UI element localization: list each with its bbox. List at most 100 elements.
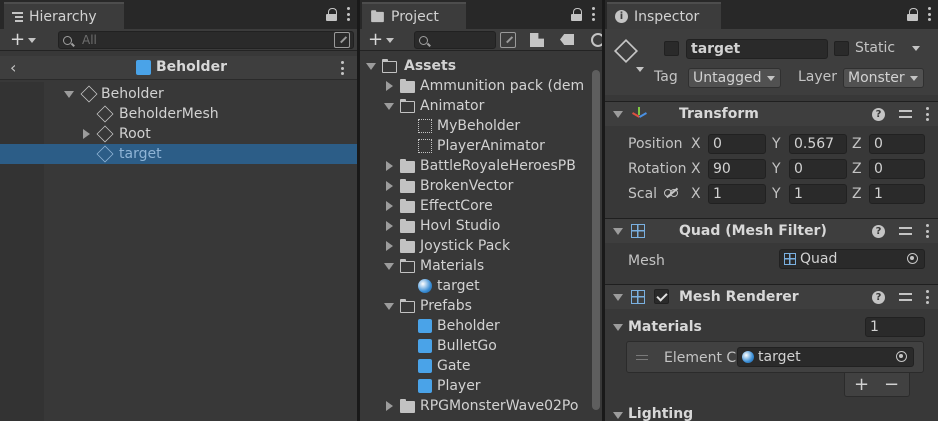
position-z-field[interactable]: 0 xyxy=(869,134,925,154)
saved-search-icon[interactable] xyxy=(591,33,602,47)
project-folder-item[interactable]: Joystick Pack xyxy=(360,236,602,256)
project-folder-item[interactable]: Prefabs xyxy=(360,296,602,316)
kebab-menu-icon[interactable] xyxy=(926,107,930,121)
project-asset-item[interactable]: Beholder xyxy=(360,316,602,336)
collapse-arrow-icon[interactable] xyxy=(386,201,393,211)
kebab-menu-icon[interactable] xyxy=(928,7,932,21)
hierarchy-item-beholder[interactable]: Beholder xyxy=(0,84,357,104)
active-checkbox[interactable] xyxy=(664,41,679,56)
rotation-y-field[interactable]: 0 xyxy=(789,159,847,179)
axis-z-label[interactable]: Z xyxy=(852,161,862,177)
foldout-arrow-icon[interactable] xyxy=(613,294,623,301)
project-folder-item[interactable]: BrokenVector xyxy=(360,176,602,196)
project-folder-assets[interactable]: Assets xyxy=(360,56,602,76)
material-object-field[interactable]: target xyxy=(737,347,914,367)
expand-arrow-icon[interactable] xyxy=(384,103,394,110)
position-x-field[interactable]: 0 xyxy=(708,134,766,154)
project-folder-item[interactable]: EffectCore xyxy=(360,196,602,216)
project-search-input[interactable] xyxy=(414,31,496,49)
create-asset-button[interactable]: + xyxy=(368,31,395,49)
project-asset-item[interactable]: PlayerAnimator xyxy=(360,136,602,156)
project-tab[interactable]: Project xyxy=(362,2,466,29)
axis-x-label[interactable]: X xyxy=(691,186,701,202)
preset-icon[interactable] xyxy=(899,225,912,238)
mesh-filter-header[interactable]: Quad (Mesh Filter) ? xyxy=(605,218,938,243)
lock-icon[interactable] xyxy=(571,7,582,21)
project-asset-item[interactable]: MyBeholder xyxy=(360,116,602,136)
axis-y-label[interactable]: Y xyxy=(772,136,781,152)
project-asset-item[interactable]: BulletGo xyxy=(360,336,602,356)
hierarchy-search-input[interactable]: All xyxy=(58,31,354,49)
link-scale-icon[interactable] xyxy=(664,187,679,199)
project-folder-item[interactable]: Materials xyxy=(360,256,602,276)
expand-arrow-icon[interactable] xyxy=(384,263,394,270)
project-folder-item[interactable]: RPGMonsterWave02Po xyxy=(360,396,602,416)
collapse-arrow-icon[interactable] xyxy=(83,129,90,139)
preset-icon[interactable] xyxy=(899,291,912,304)
scene-kebab-icon[interactable] xyxy=(341,61,345,75)
object-picker-icon[interactable] xyxy=(907,253,918,264)
project-asset-item[interactable]: target xyxy=(360,276,602,296)
static-dropdown-icon[interactable] xyxy=(912,46,920,51)
mesh-renderer-header[interactable]: Mesh Renderer ? xyxy=(605,284,938,309)
layer-dropdown[interactable]: Monster xyxy=(843,68,924,88)
static-checkbox[interactable] xyxy=(834,41,849,56)
search-by-type-icon[interactable] xyxy=(500,32,516,48)
help-icon[interactable]: ? xyxy=(872,290,885,304)
foldout-arrow-icon[interactable] xyxy=(613,324,623,331)
position-y-field[interactable]: 0.567 xyxy=(789,134,847,154)
lock-icon[interactable] xyxy=(326,7,337,21)
mesh-renderer-enabled-checkbox[interactable] xyxy=(654,289,669,304)
foldout-arrow-icon[interactable] xyxy=(613,111,623,118)
add-element-button[interactable]: + xyxy=(854,374,869,395)
project-asset-item[interactable]: Gate xyxy=(360,356,602,376)
inspector-tab[interactable]: i Inspector xyxy=(607,2,721,29)
kebab-menu-icon[interactable] xyxy=(926,224,930,238)
tag-dropdown[interactable]: Untagged xyxy=(688,68,781,88)
kebab-menu-icon[interactable] xyxy=(347,7,351,21)
preset-icon[interactable] xyxy=(899,108,912,121)
expand-arrow-icon[interactable] xyxy=(384,303,394,310)
collapse-arrow-icon[interactable] xyxy=(386,241,393,251)
object-name-field[interactable]: target xyxy=(686,39,828,59)
drag-handle-icon[interactable] xyxy=(636,355,648,360)
scale-z-field[interactable]: 1 xyxy=(869,184,925,204)
axis-x-label[interactable]: X xyxy=(691,161,701,177)
mesh-object-field[interactable]: Quad xyxy=(779,249,925,269)
create-button[interactable]: + xyxy=(10,31,37,49)
project-folder-item[interactable]: BattleRoyaleHeroesPB xyxy=(360,156,602,176)
lock-icon[interactable] xyxy=(907,7,918,21)
hierarchy-item-root[interactable]: Root xyxy=(0,124,357,144)
scene-header[interactable]: ‹ Beholder xyxy=(0,56,357,80)
project-asset-item[interactable]: Player xyxy=(360,376,602,396)
expand-arrow-icon[interactable] xyxy=(64,91,74,98)
transform-header[interactable]: Transform ? xyxy=(605,101,938,126)
help-icon[interactable]: ? xyxy=(872,224,885,238)
materials-label[interactable]: Materials xyxy=(628,319,702,335)
axis-y-label[interactable]: Y xyxy=(772,161,781,177)
hierarchy-item-target[interactable]: target xyxy=(0,144,357,164)
axis-z-label[interactable]: Z xyxy=(852,186,862,202)
filter-by-label-icon[interactable] xyxy=(560,34,574,45)
collapse-arrow-icon[interactable] xyxy=(386,221,393,231)
foldout-arrow-icon[interactable] xyxy=(613,412,623,419)
scale-y-field[interactable]: 1 xyxy=(789,184,847,204)
collapse-arrow-icon[interactable] xyxy=(386,181,393,191)
chevron-down-icon[interactable] xyxy=(636,67,644,72)
collapse-arrow-icon[interactable] xyxy=(386,81,393,91)
expand-arrow-icon[interactable] xyxy=(366,63,376,70)
collapse-arrow-icon[interactable] xyxy=(386,401,393,411)
project-folder-item[interactable]: Animator xyxy=(360,96,602,116)
scale-x-field[interactable]: 1 xyxy=(708,184,766,204)
search-by-type-icon[interactable] xyxy=(334,32,350,48)
collapse-arrow-icon[interactable] xyxy=(386,161,393,171)
object-picker-icon[interactable] xyxy=(896,351,907,362)
remove-element-button[interactable]: − xyxy=(884,374,899,395)
rotation-z-field[interactable]: 0 xyxy=(869,159,925,179)
materials-count-field[interactable]: 1 xyxy=(865,317,925,337)
project-folder-item[interactable]: Ammunition pack (dem xyxy=(360,76,602,96)
axis-x-label[interactable]: X xyxy=(691,136,701,152)
lighting-label[interactable]: Lighting xyxy=(628,406,693,421)
back-arrow-icon[interactable]: ‹ xyxy=(10,58,16,77)
filter-by-type-icon[interactable] xyxy=(530,33,544,47)
